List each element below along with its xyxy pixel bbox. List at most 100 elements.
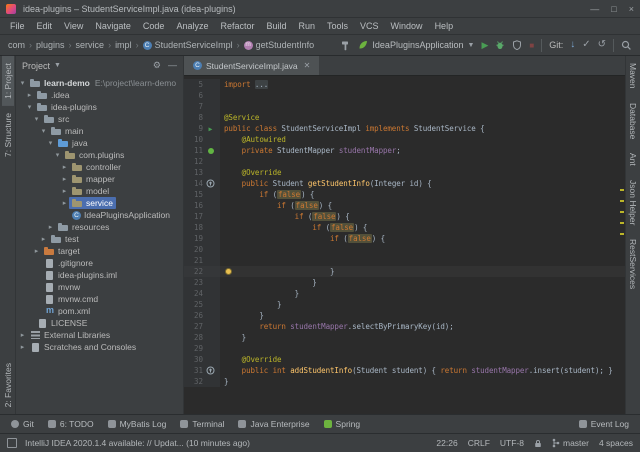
breadcrumb-item-studentserviceimpl[interactable]: StudentServiceImpl — [143, 40, 233, 50]
tool-stripe-restservices[interactable]: RestServices — [627, 232, 639, 296]
code-line-29[interactable]: 29 — [184, 343, 625, 354]
menu-item-file[interactable]: File — [4, 21, 31, 31]
gutter[interactable]: 6 — [184, 90, 220, 101]
gutter[interactable]: 11 — [184, 145, 220, 156]
line-number[interactable]: 10 — [184, 134, 203, 145]
indent-widget[interactable]: 4 spaces — [599, 438, 633, 448]
git-commit-button[interactable]: ✓ — [582, 40, 590, 50]
line-number[interactable]: 18 — [184, 222, 203, 233]
chevron-down-icon[interactable]: ▾ — [53, 151, 62, 159]
coverage-button[interactable] — [512, 40, 522, 50]
gutter[interactable]: 17 — [184, 211, 220, 222]
warning-stripe-mark[interactable] — [620, 189, 624, 191]
tool-window-git[interactable]: Git — [4, 415, 41, 433]
code-line-27[interactable]: 27 return studentMapper.selectByPrimaryK… — [184, 321, 625, 332]
tree-item-mvnw[interactable]: mvnw — [16, 281, 183, 293]
tool-window-java-enterprise[interactable]: Java Enterprise — [231, 415, 316, 433]
tree-item-scratches-and-consoles[interactable]: ▸Scratches and Consoles — [16, 341, 183, 353]
run-button[interactable]: ▶ — [481, 40, 488, 51]
gutter[interactable]: 22 — [184, 266, 220, 277]
code-line-19[interactable]: 19 if (false) { — [184, 233, 625, 244]
hide-panel-icon[interactable]: — — [168, 60, 177, 71]
code-line-30[interactable]: 30 @Override — [184, 354, 625, 365]
stop-button[interactable]: ■ — [529, 41, 534, 50]
code-line-32[interactable]: 32} — [184, 376, 625, 387]
menu-item-help[interactable]: Help — [429, 21, 460, 31]
menu-item-vcs[interactable]: VCS — [354, 21, 385, 31]
gutter[interactable]: 18 — [184, 222, 220, 233]
line-number[interactable]: 14 — [184, 178, 203, 189]
code-line-13[interactable]: 13 @Override — [184, 167, 625, 178]
code-line-26[interactable]: 26 } — [184, 310, 625, 321]
gutter[interactable]: 27 — [184, 321, 220, 332]
code-line-16[interactable]: 16 if (false) { — [184, 200, 625, 211]
code-editor[interactable]: 5import ...678@Service9▶public class Stu… — [184, 76, 625, 414]
tool-window-terminal[interactable]: Terminal — [173, 415, 231, 433]
tool-stripe-7-structure[interactable]: 7: Structure — [2, 106, 14, 164]
gutter[interactable]: 20 — [184, 244, 220, 255]
tree-item-test[interactable]: ▸test — [16, 233, 183, 245]
gutter[interactable]: 23 — [184, 277, 220, 288]
tree-item-mapper[interactable]: ▸mapper — [16, 173, 183, 185]
tree-item-idea-plugins[interactable]: ▾idea-plugins — [16, 101, 183, 113]
debug-button[interactable] — [495, 40, 505, 50]
line-number[interactable]: 30 — [184, 354, 203, 365]
gutter[interactable]: 31 — [184, 365, 220, 376]
chevron-right-icon[interactable]: ▸ — [60, 199, 69, 207]
minimize-button[interactable]: — — [590, 4, 599, 14]
status-message[interactable]: IntelliJ IDEA 2020.1.4 available: // Upd… — [25, 438, 250, 448]
line-number[interactable]: 25 — [184, 299, 203, 310]
chevron-right-icon[interactable]: ▸ — [18, 331, 27, 339]
tree-item-controller[interactable]: ▸controller — [16, 161, 183, 173]
line-number[interactable]: 8 — [184, 112, 203, 123]
chevron-down-icon[interactable]: ▾ — [46, 139, 55, 147]
gutter[interactable]: 19 — [184, 233, 220, 244]
chevron-down-icon[interactable]: ▾ — [25, 103, 34, 111]
line-number[interactable]: 15 — [184, 189, 203, 200]
code-line-28[interactable]: 28 } — [184, 332, 625, 343]
search-everywhere-icon[interactable] — [621, 40, 632, 51]
tool-window-mybatis-log[interactable]: MyBatis Log — [101, 415, 174, 433]
tree-item-mvnw-cmd[interactable]: mvnw.cmd — [16, 293, 183, 305]
menu-item-edit[interactable]: Edit — [31, 21, 59, 31]
chevron-down-icon[interactable]: ▾ — [39, 127, 48, 135]
warning-stripe-mark[interactable] — [620, 200, 624, 202]
editor-tab[interactable]: StudentServiceImpl.java ✕ — [184, 56, 319, 75]
code-line-17[interactable]: 17 if (false) { — [184, 211, 625, 222]
code-line-20[interactable]: 20 — [184, 244, 625, 255]
tool-stripe-database[interactable]: Database — [627, 96, 639, 146]
line-number[interactable]: 23 — [184, 277, 203, 288]
code-line-31[interactable]: 31 public int addStudentInfo(Student stu… — [184, 365, 625, 376]
code-line-8[interactable]: 8@Service — [184, 112, 625, 123]
line-number[interactable]: 32 — [184, 376, 203, 387]
tree-item-service[interactable]: ▸service — [16, 197, 183, 209]
tool-window-spring[interactable]: Spring — [317, 415, 368, 433]
menu-item-build[interactable]: Build — [260, 21, 292, 31]
warning-stripe-mark[interactable] — [620, 222, 624, 224]
code-line-22[interactable]: 22 } — [184, 266, 625, 277]
menu-item-run[interactable]: Run — [293, 21, 322, 31]
line-number[interactable]: 11 — [184, 145, 203, 156]
code-line-12[interactable]: 12 — [184, 156, 625, 167]
menu-item-navigate[interactable]: Navigate — [89, 21, 137, 31]
line-number[interactable]: 29 — [184, 343, 203, 354]
gutter[interactable]: 16 — [184, 200, 220, 211]
gutter[interactable]: 21 — [184, 255, 220, 266]
tree-item-pom-xml[interactable]: pom.xml — [16, 305, 183, 317]
code-line-24[interactable]: 24 } — [184, 288, 625, 299]
tree-item-learn-demo[interactable]: ▾learn-demoE:\project\learn-demo — [16, 77, 183, 89]
caret-position-widget[interactable]: 22:26 — [436, 438, 457, 448]
tree-item-com-plugins[interactable]: ▾com.plugins — [16, 149, 183, 161]
line-separator-widget[interactable]: CRLF — [468, 438, 490, 448]
gutter[interactable]: 10 — [184, 134, 220, 145]
line-number[interactable]: 24 — [184, 288, 203, 299]
maximize-button[interactable]: □ — [611, 4, 616, 14]
tool-window-6-todo[interactable]: 6: TODO — [41, 415, 101, 433]
tool-stripe-1-project[interactable]: 1: Project — [2, 56, 14, 106]
code-line-18[interactable]: 18 if (false) { — [184, 222, 625, 233]
tree-item-gitignore[interactable]: .gitignore — [16, 257, 183, 269]
line-number[interactable]: 12 — [184, 156, 203, 167]
line-number[interactable]: 20 — [184, 244, 203, 255]
menu-item-refactor[interactable]: Refactor — [214, 21, 260, 31]
chevron-right-icon[interactable]: ▸ — [25, 91, 34, 99]
